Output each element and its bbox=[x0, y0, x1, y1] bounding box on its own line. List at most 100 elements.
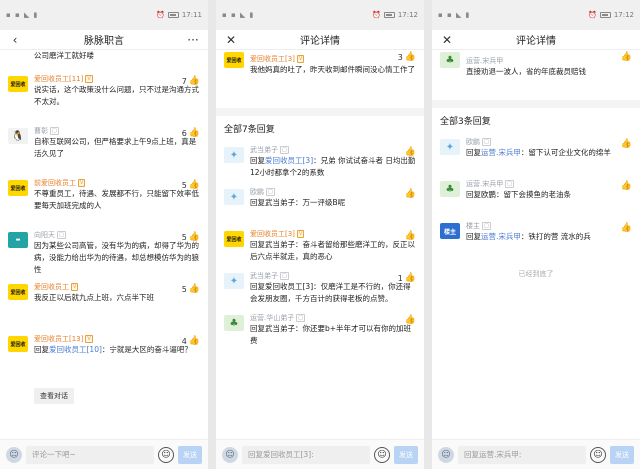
author-row: 爱回收员工[3] V bbox=[250, 229, 416, 239]
author-name[interactable]: 爱回收员工[3] bbox=[250, 54, 295, 64]
comment-body: 说实话，这个政策没什么问题，只不过是沟通方式不太对。 bbox=[34, 85, 199, 106]
comment-body: 自称互联网公司，但严格要求上午9点上班，真是活久见了 bbox=[34, 137, 197, 158]
like-button[interactable]: 4 👍 bbox=[182, 336, 200, 346]
tag-badge: V bbox=[78, 179, 86, 187]
author-name[interactable]: 运营.宋兵甲 bbox=[466, 56, 503, 66]
reply-item: ♣ 运营.宋兵甲 □ 回复欧鹏：留下会摸鱼的老油条 👍 bbox=[432, 179, 640, 221]
author-row: 爱回收员工[11] V bbox=[34, 74, 200, 84]
thumb-icon: 👍 bbox=[404, 273, 416, 283]
like-button[interactable]: 5 👍 bbox=[182, 180, 200, 190]
reply-target[interactable]: 爱回收员工[3] bbox=[265, 156, 313, 165]
avatar: 爱回收 bbox=[8, 284, 28, 300]
author-name[interactable]: 爱回收员工[3] bbox=[250, 229, 295, 239]
thumb-icon: 👍 bbox=[188, 232, 200, 242]
author-name[interactable]: 武当弟子 bbox=[250, 271, 278, 281]
tag-badge: □ bbox=[482, 222, 491, 230]
user-avatar: ☺ bbox=[438, 446, 454, 463]
tag-badge: □ bbox=[50, 127, 59, 135]
thumb-icon: 👍 bbox=[620, 139, 632, 149]
emoji-icon[interactable]: ☺ bbox=[158, 446, 174, 463]
reply-target[interactable]: 爱回收员工[10] bbox=[49, 345, 102, 354]
author-name[interactable]: 爱回收员工[11] bbox=[34, 74, 83, 84]
close-icon[interactable]: ✕ bbox=[224, 33, 238, 47]
back-icon[interactable]: ‹ bbox=[8, 33, 22, 47]
author-name[interactable]: 曹彰 bbox=[34, 126, 48, 136]
like-button[interactable]: 1 👍 bbox=[398, 273, 416, 283]
tag-badge: □ bbox=[280, 146, 289, 154]
view-conversation-button[interactable]: 查看对话 bbox=[34, 388, 74, 404]
like-button[interactable]: 👍 bbox=[403, 189, 416, 199]
author-row: 楼主 □ bbox=[466, 221, 632, 231]
reply-item: ♣ 运营.华山弟子 □ 回复武当弟子：你还要b+半年才可以有你的加班费 👍 bbox=[216, 313, 424, 355]
author-name[interactable]: 爱回收员工 bbox=[34, 282, 69, 292]
comment-text: 我反正以后就九点上班，六点半下班 bbox=[34, 292, 200, 304]
comment-item: 爱回收 爱回收员工[13] V 回复爱回收员工[10]：宁就是大区的奋斗逼吧？ 4 👍 bbox=[0, 334, 208, 386]
send-button[interactable]: 发送 bbox=[394, 445, 418, 464]
reply-target[interactable]: 运营.宋兵甲 bbox=[481, 148, 521, 157]
reply-item: 爱回收 爱回收员工[3] V 回复武当弟子：奋斗者留给那些磨洋工的，反正以后六点半就走… bbox=[216, 229, 424, 271]
more-icon[interactable]: ··· bbox=[186, 33, 200, 47]
like-button[interactable]: 👍 bbox=[403, 231, 416, 241]
author-row: 武当弟子 □ bbox=[250, 145, 416, 155]
author-row: 爱回收员工 V bbox=[34, 282, 200, 292]
like-button[interactable]: 5 👍 bbox=[182, 232, 200, 242]
emoji-icon[interactable]: ☺ bbox=[374, 446, 390, 463]
like-button[interactable]: 👍 bbox=[403, 147, 416, 157]
reply-text-block: 回复爱回收员工[3]：仅磨洋工是不行的，你还得会发朋友圈，千方百计的获得老板的点… bbox=[250, 281, 416, 305]
reply-input[interactable]: 回复运营.宋兵甲: bbox=[458, 445, 586, 464]
like-count: 3 bbox=[397, 52, 403, 62]
author-name[interactable]: 楼主 bbox=[466, 221, 480, 231]
author-row: 向阳天 □ bbox=[34, 230, 200, 240]
reply-count-heading: 全部3条回复 bbox=[440, 117, 491, 127]
author-name[interactable]: 武当弟子 bbox=[250, 145, 278, 155]
author-name[interactable]: 爱回收员工[13] bbox=[34, 334, 83, 344]
author-name[interactable]: 前爱回收员工 bbox=[34, 178, 76, 188]
alarm-icon: ⏰ bbox=[156, 11, 165, 19]
reply-input[interactable]: 回复爱回收员工[3]: bbox=[242, 445, 370, 464]
reply-target[interactable]: 运营.宋兵甲 bbox=[481, 232, 521, 241]
author-name[interactable]: 欧鹏 bbox=[466, 137, 480, 147]
thumb-icon: 👍 bbox=[188, 180, 200, 190]
like-button[interactable]: 👍 bbox=[403, 315, 416, 325]
close-icon[interactable]: ✕ bbox=[440, 33, 454, 47]
author-row: 曹彰 □ bbox=[34, 126, 200, 136]
like-button[interactable]: 3 👍 bbox=[398, 52, 416, 62]
like-button[interactable]: 👍 bbox=[621, 52, 632, 62]
author-name[interactable]: 运营.宋兵甲 bbox=[466, 179, 503, 189]
author-name[interactable]: 向阳天 bbox=[34, 230, 55, 240]
like-button[interactable]: 5 👍 bbox=[182, 284, 200, 294]
comment-input[interactable]: 评论一下吧~ bbox=[26, 445, 154, 464]
comment-text: 我他妈真的吐了，昨天收到邮件瞬间没心情工作了 bbox=[250, 65, 415, 74]
tag-badge: V bbox=[296, 230, 305, 238]
comment-item: 爱回收 爱回收员工[11] V 说实话，这个政策没什么问题，只不过是沟通方式不太对。 7… bbox=[0, 74, 208, 126]
reply-item: ✦ 武当弟子 □ 回复爱回收员工[3]：兄弟 你试试奋斗者 日均出勤12小时都拿个2的… bbox=[216, 145, 424, 187]
page-title: 评论详情 bbox=[516, 36, 556, 47]
avatar: 爱回收 bbox=[224, 52, 244, 68]
like-button[interactable]: 7 👍 bbox=[182, 76, 200, 86]
like-button[interactable]: 👍 bbox=[621, 223, 632, 233]
like-button[interactable]: 👍 bbox=[621, 139, 632, 149]
reply-text-block: 回复武当弟子：万一评级B呢 bbox=[250, 197, 416, 209]
send-button[interactable]: 发送 bbox=[178, 445, 202, 464]
comment-body: 因为某些公司高管，没有华为的病，却得了华为的病，没能力给出华为的待遇，却总想模仿… bbox=[34, 241, 199, 274]
like-button[interactable]: 👍 bbox=[621, 181, 632, 191]
reply-item: ✦ 武当弟子 □ 回复爱回收员工[3]：仅磨洋工是不行的，你还得会发朋友圈，千方百计的… bbox=[216, 271, 424, 313]
like-count: 1 bbox=[397, 273, 403, 283]
reply-item: ✦ 欧鹏 □ 回复武当弟子：万一评级B呢 👍 bbox=[216, 187, 424, 229]
status-time: 17:11 bbox=[181, 11, 202, 19]
comment-detail: ♣ 运营.宋兵甲 直接劝退一波人，省的年底裁员赔钱 👍 全部3条回复 ✦ 欧鹏 □ 回… bbox=[432, 50, 640, 439]
page-title: 脉脉职言 bbox=[84, 36, 124, 47]
thumb-icon: 👍 bbox=[404, 315, 416, 325]
comment-text: 直接劝退一波人，省的年底裁员赔钱 bbox=[466, 67, 586, 76]
reply-text: 回复武当弟子：万一评级B呢 bbox=[250, 198, 346, 207]
send-button[interactable]: 发送 bbox=[610, 445, 634, 464]
like-count: 5 bbox=[181, 284, 187, 294]
emoji-icon[interactable]: ☺ bbox=[590, 446, 606, 463]
like-button[interactable]: 6 👍 bbox=[182, 128, 200, 138]
author-name[interactable]: 运营.华山弟子 bbox=[250, 313, 294, 323]
author-name[interactable]: 欧鹏 bbox=[250, 187, 264, 197]
avatar: 爱回收 bbox=[8, 336, 28, 352]
author-row: 爱回收员工[13] V bbox=[34, 334, 200, 344]
avatar: 楼主 bbox=[440, 223, 460, 239]
header: ‹ 脉脉职言 ··· bbox=[0, 30, 208, 50]
